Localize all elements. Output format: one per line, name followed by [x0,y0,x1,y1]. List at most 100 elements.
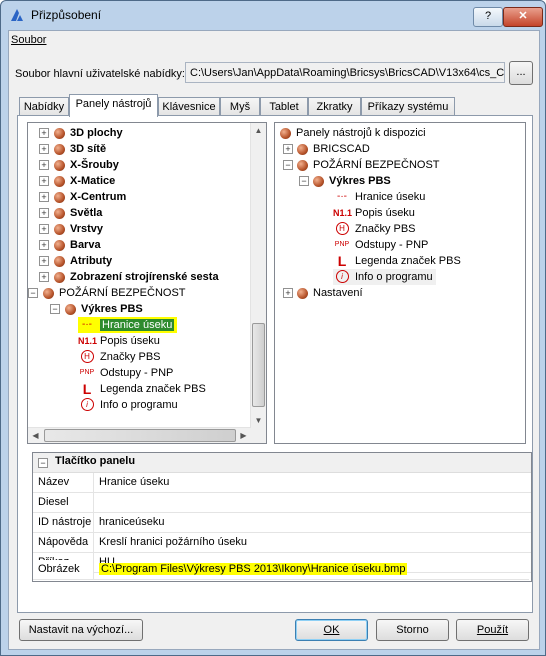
tree-node-label: Atributy [70,255,113,267]
window-title: Přizpůsobení [31,8,102,22]
property-key: Název [33,473,94,492]
tree-node-label: Výkres PBS [329,175,391,187]
tree-leaf-legenda-znacek[interactable]: L Legenda značek PBS [78,381,206,397]
toolbar-tree-right[interactable]: Panely nástrojů k dispozici + BRICSCAD − P… [274,122,526,444]
scroll-left-icon[interactable]: ◀ [28,428,43,443]
boundary-line-icon: -·- [82,319,92,331]
tree-leaf-popis-useku[interactable]: N1.1 Popis úseku [333,205,415,221]
root-icon [280,127,291,139]
property-row[interactable]: Diesel [33,493,531,513]
toolbar-tree-left[interactable]: +3D plochy +3D sítě + X-Šrouby + X-Matice … [27,122,267,444]
tree-leaf-info-o-programu[interactable]: i Info o programu [333,269,436,285]
tree-node-label: Legenda značek PBS [100,383,206,395]
tree-node-label: Barva [70,239,101,251]
dialog-client: Soubor Soubor hlavní uživatelské nabídky… [8,30,540,650]
menu-bar: Soubor [11,34,46,46]
properties-header[interactable]: − Tlačítko panelu [33,453,531,473]
tab-zkratky[interactable]: Zkratky [308,97,361,116]
tree-node[interactable]: + Vrstvy [39,221,103,237]
tree-node-vykres-pbs[interactable]: − Výkres PBS [50,301,143,317]
tree-node-label: Popis úseku [100,335,160,347]
info-icon: i [78,398,96,412]
fire-sign-icon: H [78,350,96,364]
apply-button[interactable]: Použít [456,619,529,641]
scroll-thumb[interactable] [44,429,236,442]
property-value[interactable] [95,493,531,512]
pnp-distance-icon: PNP [79,369,95,377]
tree-node-bricscad[interactable]: + BRICSCAD [283,141,370,157]
tree-node[interactable]: + X-Centrum [39,189,126,205]
scroll-right-icon[interactable]: ▶ [236,428,251,443]
tree-leaf-hranice-useku[interactable]: -·- Hranice úseku [78,317,178,333]
tree-node[interactable]: + Atributy [39,253,112,269]
toolbar-icon [54,127,65,139]
tree-leaf-znacky-pbs[interactable]: H Značky PBS [78,349,161,365]
tree-leaf-info-o-programu[interactable]: i Info o programu [78,397,178,413]
property-row[interactable]: ID nástroje hraniceúseku [33,513,531,533]
tree-node-vykres-pbs[interactable]: − Výkres PBS [299,173,391,189]
tree-node-pozarni-bezpecnost[interactable]: − POŽÁRNÍ BEZPEČNOST [283,157,440,173]
tree-node[interactable]: + X-Šrouby [39,157,119,173]
tree-leaf-odstupy-pnp[interactable]: PNP Odstupy - PNP [78,365,174,381]
scroll-thumb[interactable] [252,323,265,407]
tree-leaf-popis-useku[interactable]: N1.1 Popis úseku [78,333,160,349]
menu-group-icon [43,287,54,299]
tab-tablet[interactable]: Tablet [260,97,308,116]
legend-icon: L [82,381,92,398]
tree-root[interactable]: Panely nástrojů k dispozici [280,125,426,141]
toolbar-icon [54,175,65,187]
reset-defaults-button[interactable]: Nastavit na výchozí... [19,619,143,641]
toolbar-icon [65,303,76,315]
tab-mys[interactable]: Myš [220,97,260,116]
property-value[interactable]: Kreslí hranici požárního úseku [95,533,531,552]
tree-node[interactable]: + Barva [39,237,101,253]
tree-node[interactable]: +3D plochy [39,125,123,141]
tab-prikazy-systemu[interactable]: Příkazy systému [361,97,455,116]
toolbar-icon [54,255,65,267]
boundary-line-icon: -·- [337,191,347,203]
browse-button[interactable]: ... [509,61,533,85]
tree-node[interactable]: + Světla [39,205,102,221]
title-bar[interactable]: Přizpůsobení ? ✕ [1,1,545,29]
collapse-icon[interactable]: − [38,458,48,468]
property-row[interactable]: Název Hranice úseku [33,473,531,493]
tree-node[interactable]: + X-Matice [39,173,115,189]
menu-group-icon [297,287,308,299]
cancel-button[interactable]: Storno [376,619,449,641]
property-row[interactable]: Obrázek C:\Program Files\Výkresy PBS 201… [33,560,529,580]
tab-klavesnice[interactable]: Klávesnice [158,97,220,116]
legend-icon: L [337,253,347,270]
tree-leaf-odstupy-pnp[interactable]: PNP Odstupy - PNP [333,237,429,253]
scroll-down-icon[interactable]: ▼ [251,413,266,428]
tree-node[interactable]: +3D sítě [39,141,106,157]
tab-nabidky[interactable]: Nabídky [19,97,69,116]
tree-node-label: Odstupy - PNP [100,367,174,379]
left-tree-horizontal-scrollbar[interactable]: ◀ ▶ [28,427,251,443]
tree-node-label: POŽÁRNÍ BEZPEČNOST [59,287,186,299]
ok-button[interactable]: OK [295,619,368,641]
left-tree-vertical-scrollbar[interactable]: ▲ ▼ [250,123,266,428]
close-button[interactable]: ✕ [503,7,543,27]
tree-leaf-znacky-pbs[interactable]: H Značky PBS [333,221,416,237]
tree-leaf-legenda-znacek[interactable]: L Legenda značek PBS [333,253,461,269]
tab-panely-nastroju[interactable]: Panely nástrojů [69,94,158,117]
toolbar-icon [54,239,65,251]
property-row[interactable]: Nápověda Kreslí hranici požárního úseku [33,533,531,553]
property-value-image-path[interactable]: C:\Program Files\Výkresy PBS 2013\Ikony\… [95,560,408,579]
tree-node-label: Hranice úseku [100,319,175,331]
scroll-up-icon[interactable]: ▲ [251,123,266,138]
tree-node[interactable]: + Zobrazení strojírenské sesta [39,269,219,285]
tree-node-label: POŽÁRNÍ BEZPEČNOST [313,159,440,171]
tree-node-pozarni-bezpecnost[interactable]: − POŽÁRNÍ BEZPEČNOST [28,285,186,301]
menu-soubor[interactable]: Soubor [11,34,46,46]
toolbar-icon [54,223,65,235]
help-button[interactable]: ? [473,7,503,27]
property-value[interactable]: hraniceúseku [95,513,531,532]
property-key: Obrázek [33,560,94,579]
tree-node-nastaveni[interactable]: + Nastavení [283,285,363,301]
property-key: Diesel [33,493,94,512]
tree-leaf-hranice-useku[interactable]: -·- Hranice úseku [333,189,425,205]
properties-header-title: Tlačítko panelu [55,455,136,467]
tree-node-label: Panely nástrojů k dispozici [296,127,426,139]
property-value[interactable]: Hranice úseku [95,473,531,492]
